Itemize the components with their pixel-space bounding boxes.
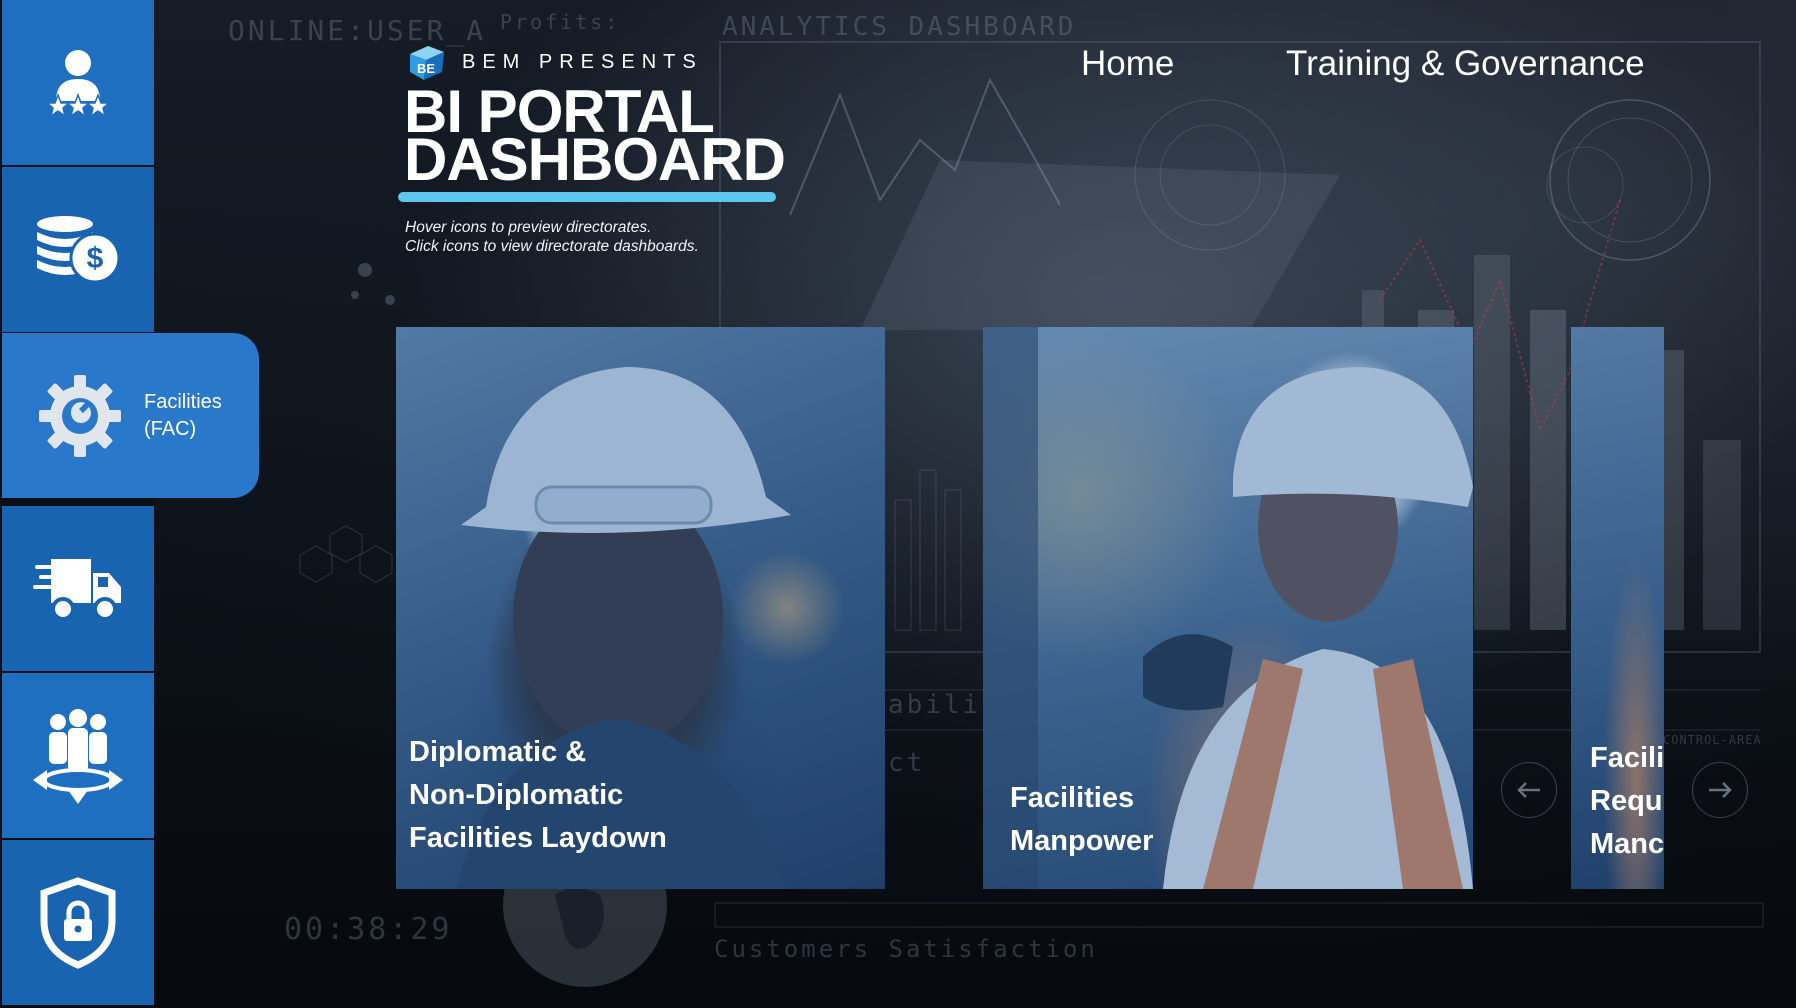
svg-text:$: $	[87, 242, 104, 275]
card-title: Diplomatic & Non-Diplomatic Facilities L…	[409, 731, 667, 860]
page-title: BI PORTAL DASHBOARD	[404, 82, 786, 193]
user-stars-icon	[30, 35, 126, 131]
sidebar: $ Facilities (FAC)	[0, 0, 259, 1008]
card-title-line-1: Facilities	[1010, 782, 1135, 814]
presents-text: BEM PRESENTS	[462, 50, 703, 73]
card-diplomatic-laydown[interactable]: Diplomatic & Non-Diplomatic Facilities L…	[396, 327, 885, 889]
nav-home-link[interactable]: Home	[1081, 44, 1174, 84]
card-title: Facilities Manpower	[1010, 777, 1153, 863]
sidebar-item-security[interactable]	[2, 840, 154, 1005]
sidebar-item-facilities[interactable]: Facilities (FAC)	[2, 333, 259, 498]
card-title-line-2: Manpower	[1010, 825, 1154, 857]
gear-wrench-icon	[32, 368, 128, 464]
card-title-line-3: Facilities Laydown	[409, 822, 667, 854]
nav-training-governance-link[interactable]: Training & Governance	[1286, 44, 1645, 84]
sidebar-item-label: Facilities (FAC)	[144, 389, 222, 443]
card-title-line-1: Diplomatic &	[409, 736, 587, 768]
title-underline	[398, 192, 776, 202]
bg-analytics: ANALYTICS DASHBOARD	[722, 12, 1077, 42]
sidebar-item-leadership[interactable]	[2, 0, 154, 165]
card-title-line-3: Manc	[1590, 828, 1664, 860]
bem-logo-icon: BE	[406, 42, 448, 82]
brand: BE BEM PRESENTS	[406, 42, 703, 82]
facilities-code: (FAC)	[144, 417, 197, 440]
bg-time: 00:38:29	[284, 912, 453, 947]
sidebar-item-finance[interactable]: $	[2, 167, 154, 332]
bg-ct: ct	[888, 748, 926, 778]
hint-line-2: Click icons to view directorate dashboar…	[405, 238, 699, 255]
svg-text:BE: BE	[417, 61, 435, 76]
sidebar-item-personnel[interactable]	[2, 673, 154, 838]
title-line-2: DASHBOARD	[404, 126, 786, 193]
hint-line-1: Hover icons to preview directorates.	[405, 219, 652, 236]
carousel-next-button[interactable]	[1692, 762, 1748, 818]
card-facilities-manpower[interactable]: Facilities Manpower	[983, 327, 1473, 889]
carousel-prev-button[interactable]	[1501, 762, 1557, 818]
card-title-line-2: Non-Diplomatic	[409, 779, 624, 811]
people-arrows-icon	[30, 708, 126, 804]
card-title: Facili Requ Manc	[1590, 737, 1664, 866]
bg-profits: Profits:	[500, 10, 621, 34]
arrow-right-icon	[1709, 782, 1732, 798]
bg-control-area: CONTROL-AREA	[1663, 733, 1762, 747]
card-title-line-1: Facili	[1590, 742, 1664, 774]
facilities-label: Facilities	[144, 390, 222, 413]
coins-dollar-icon: $	[30, 202, 126, 298]
background: ONLINE:USER_A Profits: ANALYTICS DASHBOA…	[0, 0, 1796, 1008]
bg-customers: Customers Satisfaction	[714, 935, 1098, 963]
instructions: Hover icons to preview directorates. Cli…	[405, 218, 699, 256]
delivery-truck-icon	[30, 541, 126, 637]
shield-lock-icon	[30, 875, 126, 971]
card-title-line-2: Requ	[1590, 785, 1663, 817]
sidebar-item-logistics[interactable]	[2, 506, 154, 671]
arrow-left-icon	[1517, 782, 1540, 798]
background-graphics	[299, 41, 1764, 987]
card-facilities-requests[interactable]: Facili Requ Manc	[1571, 327, 1664, 889]
